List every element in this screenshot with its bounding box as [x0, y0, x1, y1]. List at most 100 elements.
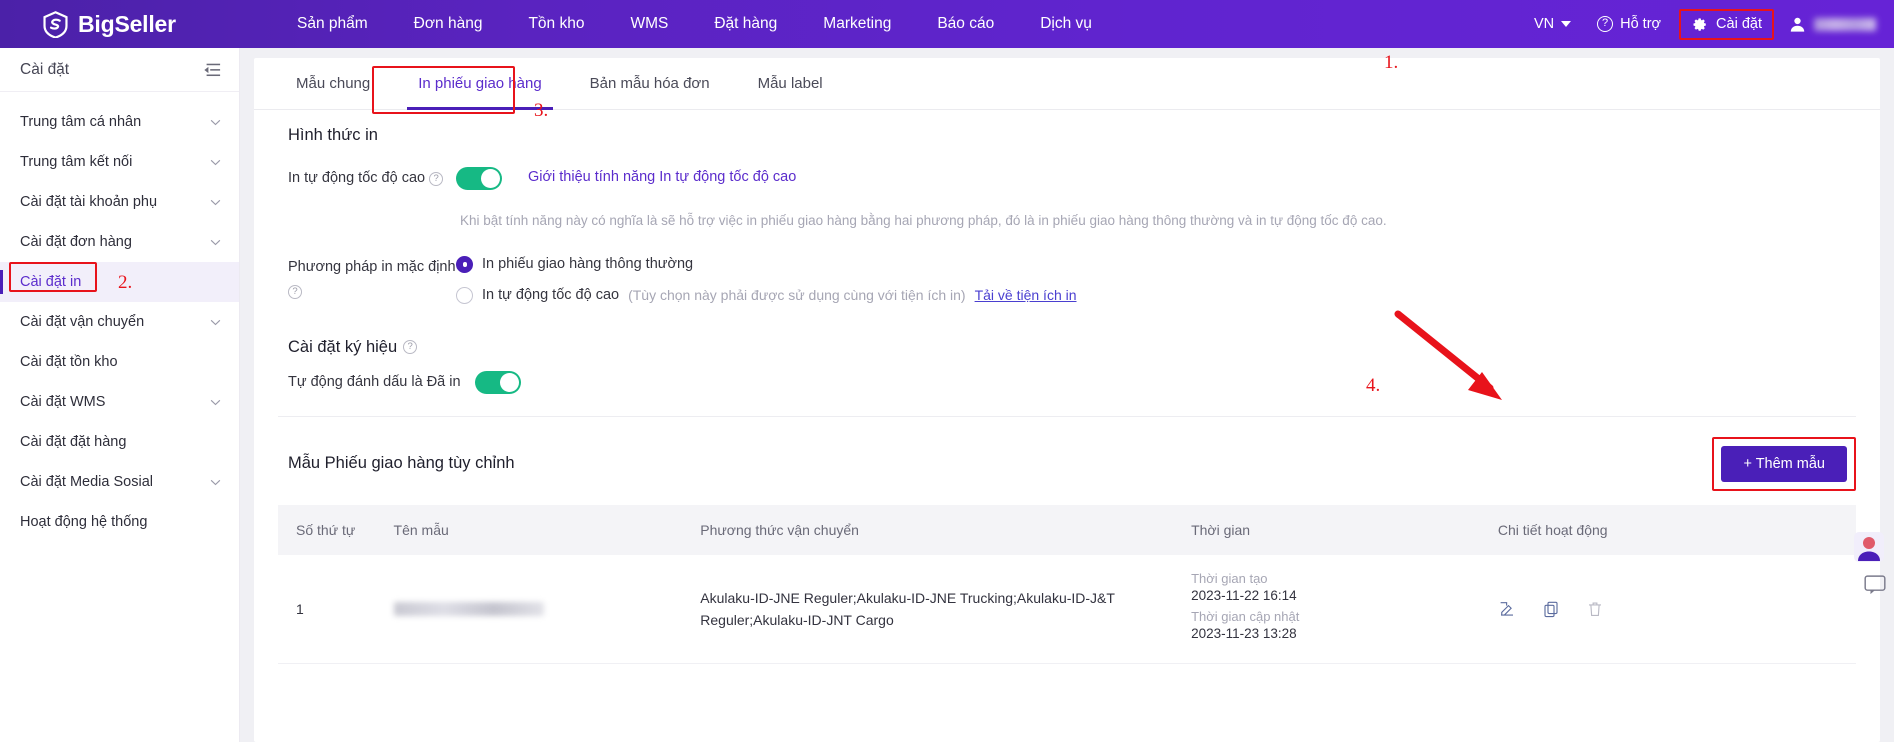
settings-label: Cài đặt — [1716, 16, 1762, 32]
tab-bar: Mẫu chung In phiếu giao hàng Bản mẫu hóa… — [254, 58, 1880, 110]
chevron-down-icon — [210, 199, 221, 206]
toggle-knob — [500, 373, 519, 392]
table-row[interactable]: 1 Akulaku-ID-JNE Reguler;Akulaku-ID-JNE … — [278, 555, 1856, 664]
avatar[interactable] — [1788, 15, 1876, 34]
column-header-name: Tên mẫu — [384, 505, 691, 555]
help-tooltip-icon[interactable]: ? — [429, 172, 443, 186]
cell-name — [384, 555, 691, 664]
nav-item-purchase[interactable]: Đặt hàng — [691, 15, 800, 33]
mark-printed-label: Tự động đánh dấu là Đã in — [288, 374, 461, 390]
delete-icon[interactable] — [1586, 600, 1604, 618]
language-selector[interactable]: VN — [1520, 16, 1585, 32]
sidebar-item-label: Cài đặt tồn kho — [20, 354, 118, 370]
radio-option-highspeed[interactable]: In tự động tốc độ cao (Tùy chọn này phải… — [456, 287, 1077, 304]
sidebar-item-inventory-settings[interactable]: Cài đặt tồn kho — [0, 342, 239, 382]
add-template-wrap: + Thêm mẫu — [1712, 437, 1856, 491]
print-method-radio-group: In phiếu giao hàng thông thường In tự độ… — [456, 254, 1077, 304]
support-avatar-icon[interactable] — [1852, 530, 1886, 564]
radio-button[interactable] — [456, 287, 473, 304]
collapse-sidebar-icon[interactable] — [203, 62, 221, 78]
mark-printed-row: Tự động đánh dấu là Đã in — [288, 371, 1880, 394]
settings-button[interactable]: Cài đặt — [1679, 9, 1774, 40]
sidebar-title: Cài đặt — [20, 61, 69, 79]
help-button[interactable]: ? Hỗ trợ — [1585, 16, 1673, 32]
sidebar: Cài đặt Trung tâm cá nhân Trung tâm kết … — [0, 48, 240, 742]
copy-icon[interactable] — [1542, 600, 1560, 618]
nav-item-inventory[interactable]: Tồn kho — [505, 15, 607, 33]
radio-option-normal[interactable]: In phiếu giao hàng thông thường — [456, 256, 1077, 273]
autoprint-row: In tự động tốc độ cao ? Giới thiệu tính … — [288, 165, 1880, 191]
symbol-settings-title: Cài đặt ký hiệu ? — [288, 338, 1880, 357]
nav-item-reports[interactable]: Báo cáo — [914, 15, 1017, 33]
cell-actions — [1488, 555, 1856, 664]
created-time-value: 2023-11-22 16:14 — [1191, 588, 1478, 603]
gear-icon — [1691, 16, 1708, 33]
autoprint-label: In tự động tốc độ cao ? — [288, 165, 456, 191]
sidebar-item-label: Hoạt động hệ thống — [20, 514, 147, 530]
autoprint-hint: Khi bật tính năng này có nghĩa là sẽ hỗ … — [460, 213, 1880, 228]
user-avatar-icon — [1788, 15, 1807, 34]
annotation-number-4: 4. — [1366, 375, 1380, 397]
brand-name: BigSeller — [78, 11, 176, 38]
edit-icon[interactable] — [1498, 600, 1516, 618]
table-body: 1 Akulaku-ID-JNE Reguler;Akulaku-ID-JNE … — [278, 555, 1856, 664]
templates-header: Mẫu Phiếu giao hàng tùy chỉnh + Thêm mẫu — [254, 437, 1880, 491]
sidebar-item-system-activity[interactable]: Hoạt động hệ thống — [0, 502, 239, 542]
cell-time: Thời gian tạo 2023-11-22 16:14 Thời gian… — [1181, 555, 1488, 664]
chat-icon[interactable] — [1864, 575, 1886, 595]
updated-time-label: Thời gian cập nhật — [1191, 609, 1478, 624]
radio-option-note: (Tùy chọn này phải được sử dụng cùng với… — [628, 287, 966, 303]
sidebar-list: Trung tâm cá nhân Trung tâm kết nối Cài … — [0, 92, 239, 542]
chevron-down-icon — [210, 319, 221, 326]
sidebar-item-label: Cài đặt WMS — [20, 394, 105, 410]
annotation-arrow-icon — [1390, 310, 1520, 420]
sidebar-item-personal-center[interactable]: Trung tâm cá nhân — [0, 102, 239, 142]
nav-item-orders[interactable]: Đơn hàng — [391, 15, 506, 33]
tab-mau-chung[interactable]: Mẫu chung — [272, 58, 394, 110]
updated-time-value: 2023-11-23 13:28 — [1191, 626, 1478, 641]
chevron-down-icon — [1561, 21, 1571, 27]
sidebar-item-purchase-settings[interactable]: Cài đặt đặt hàng — [0, 422, 239, 462]
chevron-down-icon — [210, 159, 221, 166]
autoprint-toggle[interactable] — [456, 167, 502, 190]
print-form-section: Hình thức in In tự động tốc độ cao ? Giớ… — [254, 110, 1880, 394]
print-form-title: Hình thức in — [288, 126, 1880, 145]
nav-item-marketing[interactable]: Marketing — [800, 15, 914, 33]
column-header-actions: Chi tiết hoạt động — [1488, 505, 1856, 555]
add-template-button[interactable]: + Thêm mẫu — [1721, 446, 1847, 482]
table-head: Số thứ tự Tên mẫu Phương thức vận chuyển… — [278, 505, 1856, 555]
sidebar-item-label: Trung tâm cá nhân — [20, 114, 141, 130]
tab-mau-label[interactable]: Mẫu label — [734, 58, 847, 110]
table-header-row: Số thứ tự Tên mẫu Phương thức vận chuyển… — [278, 505, 1856, 555]
mark-printed-toggle[interactable] — [475, 371, 521, 394]
annotation-number-2: 2. — [118, 272, 132, 294]
sidebar-item-order-settings[interactable]: Cài đặt đơn hàng — [0, 222, 239, 262]
chevron-down-icon — [210, 399, 221, 406]
autoprint-intro-link[interactable]: Giới thiệu tính năng In tự động tốc độ c… — [528, 169, 796, 185]
download-print-utility-link[interactable]: Tải về tiện ích in — [975, 287, 1077, 303]
language-label: VN — [1534, 16, 1554, 32]
nav-item-wms[interactable]: WMS — [607, 15, 691, 33]
nav-item-products[interactable]: Sản phẩm — [274, 15, 391, 33]
chevron-down-icon — [210, 119, 221, 126]
toggle-knob — [481, 169, 500, 188]
sidebar-item-wms-settings[interactable]: Cài đặt WMS — [0, 382, 239, 422]
nav-item-services[interactable]: Dịch vụ — [1017, 15, 1115, 33]
tab-ban-mau-hoa-don[interactable]: Bản mẫu hóa đơn — [566, 58, 734, 110]
sidebar-item-shipping-settings[interactable]: Cài đặt vận chuyển — [0, 302, 239, 342]
sidebar-item-label: Cài đặt Media Sosial — [20, 474, 153, 490]
help-tooltip-icon[interactable]: ? — [403, 340, 417, 354]
brand[interactable]: BigSeller — [42, 11, 232, 38]
sidebar-item-sub-account[interactable]: Cài đặt tài khoản phụ — [0, 182, 239, 222]
default-method-label: Phương pháp in mặc định ? — [288, 254, 456, 304]
help-label: Hỗ trợ — [1620, 16, 1661, 32]
cell-shipping: Akulaku-ID-JNE Reguler;Akulaku-ID-JNE Tr… — [690, 555, 1181, 664]
sidebar-item-label: Cài đặt tài khoản phụ — [20, 194, 157, 210]
sidebar-item-connection-center[interactable]: Trung tâm kết nối — [0, 142, 239, 182]
radio-button[interactable] — [456, 256, 473, 273]
chevron-down-icon — [210, 479, 221, 486]
sidebar-item-media-sosial[interactable]: Cài đặt Media Sosial — [0, 462, 239, 502]
sidebar-item-label: Cài đặt đơn hàng — [20, 234, 132, 250]
help-tooltip-icon[interactable]: ? — [288, 285, 302, 299]
sidebar-header: Cài đặt — [0, 48, 239, 92]
